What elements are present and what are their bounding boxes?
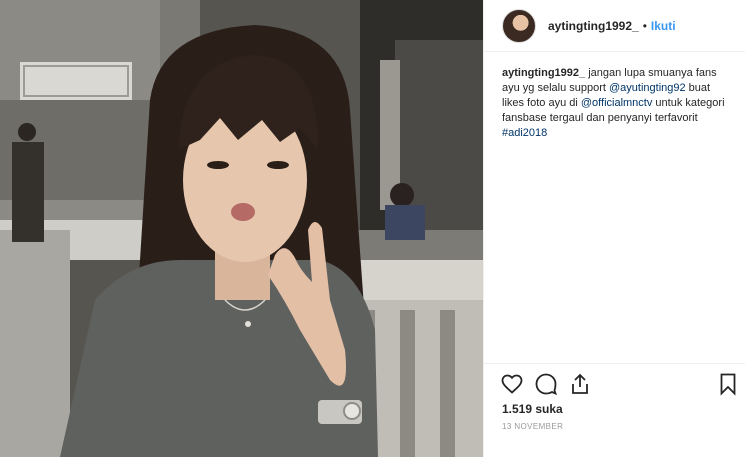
post-footer: 1.519 suka 13 NOVEMBER [484,363,745,457]
bookmark-icon [720,373,736,396]
share-icon [572,373,588,394]
post-header: aytingting1992_ • Ikuti [484,0,745,52]
comment-button[interactable] [534,372,560,398]
header-separator: • [642,18,647,33]
comment-icon [535,373,557,396]
save-button[interactable] [716,372,742,398]
instagram-post: aytingting1992_ • Ikuti aytingting1992_ … [0,0,745,457]
hashtag-adi2018[interactable]: #adi2018 [502,127,547,139]
action-bar [500,372,740,400]
follow-button[interactable]: Ikuti [651,19,676,33]
header-username[interactable]: aytingting1992_ [548,19,639,33]
heart-icon [501,374,523,394]
avatar[interactable] [502,8,536,43]
post-photo-illustration [0,0,483,457]
like-button[interactable] [500,372,526,398]
caption-username[interactable]: aytingting1992_ [502,67,585,79]
mention-ayutingting92[interactable]: @ayutingting92 [609,82,686,94]
likes-count[interactable]: 1.519 suka [502,402,563,416]
share-button[interactable] [568,372,594,398]
mention-officialmnctv[interactable]: @officialmnctv [581,97,652,109]
post-photo[interactable] [0,0,483,457]
post-date: 13 NOVEMBER [502,422,564,431]
post-caption: aytingting1992_ jangan lupa smuanya fans… [502,66,734,141]
post-sidebar: aytingting1992_ • Ikuti aytingting1992_ … [483,0,745,457]
